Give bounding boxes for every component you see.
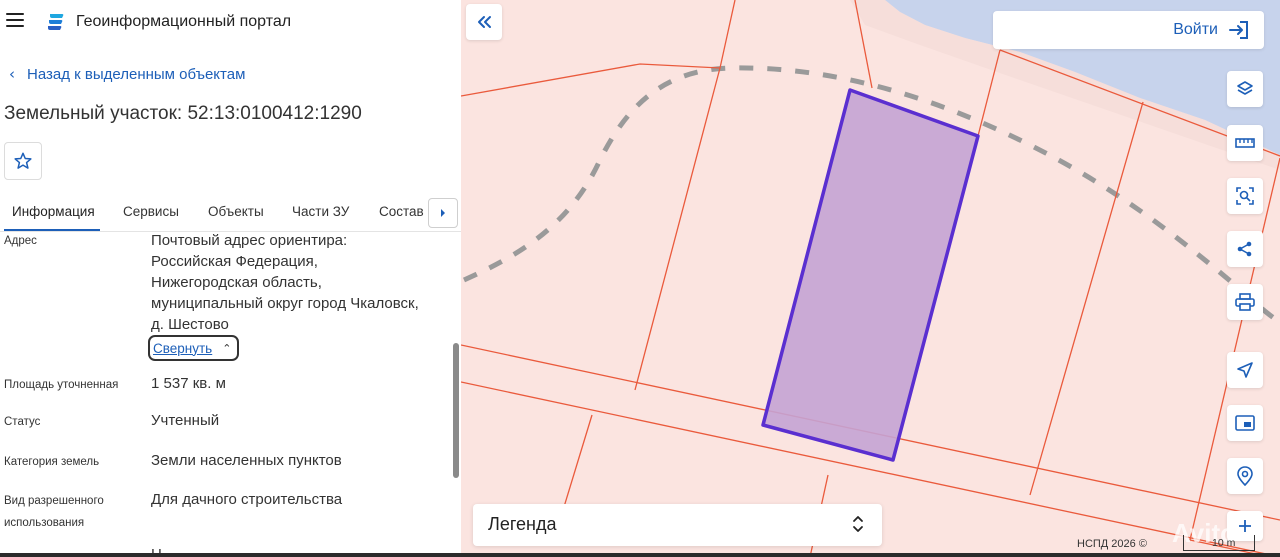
minimap-button[interactable] (1227, 405, 1263, 441)
print-icon (1235, 293, 1255, 311)
plus-icon (1239, 520, 1251, 532)
login-button[interactable]: Войти (993, 11, 1264, 49)
category-label: Категория земель (4, 456, 100, 468)
location-arrow-icon (1237, 362, 1253, 378)
double-chevron-left-icon (478, 16, 491, 28)
back-to-selected-link[interactable]: ‹ Назад к выделенным объектам (9, 65, 245, 83)
login-icon (1229, 21, 1248, 39)
print-button[interactable] (1227, 284, 1263, 320)
portal-title: Геоинформационный портал (76, 13, 292, 30)
my-location-button[interactable] (1227, 352, 1263, 388)
collapse-address-button[interactable]: Свернуть ⌃ (148, 335, 240, 361)
measure-button[interactable] (1227, 125, 1263, 161)
permitted-use-value: Для дачного строительства (151, 491, 343, 508)
map-credit: НСПД 2026 © (1077, 538, 1147, 550)
address-value: Почтовый адрес ориентира: Российская Фед… (151, 230, 419, 335)
area-value: 1 537 кв. м (151, 375, 226, 392)
tab-parts[interactable]: Части ЗУ (292, 204, 349, 219)
map-canvas[interactable] (461, 0, 1280, 557)
legend-label: Легенда (488, 514, 557, 534)
geo-search-button[interactable] (1227, 458, 1263, 494)
panel-scrollbar[interactable] (453, 343, 459, 478)
address-line: муниципальный округ город Чкаловск, (151, 295, 419, 312)
tab-information[interactable]: Информация (12, 204, 95, 219)
chevron-left-icon: ‹ (9, 65, 15, 83)
map-view[interactable] (461, 0, 1280, 557)
select-area-button[interactable] (1227, 178, 1263, 214)
status-label: Статус (4, 416, 41, 428)
panel-header: Геоинформационный портал (0, 0, 461, 44)
tabs-scroll-right-button[interactable] (428, 198, 458, 228)
minimap-icon (1235, 415, 1255, 431)
select-area-icon (1236, 187, 1254, 205)
address-label: Адрес (4, 235, 37, 247)
ruler-icon (1235, 138, 1255, 148)
window-bottom-edge (0, 553, 1280, 557)
collapse-panel-button[interactable] (466, 4, 502, 40)
favorite-button[interactable] (4, 142, 42, 180)
caret-right-icon (441, 209, 445, 217)
collapse-label: Свернуть (153, 340, 213, 356)
chevron-up-down-icon (853, 516, 863, 532)
area-label: Площадь уточненная (4, 379, 119, 391)
tab-composition[interactable]: Состав (379, 204, 424, 219)
address-line: Российская Федерация, (151, 253, 318, 270)
address-line: д. Шестово (151, 316, 229, 333)
portal-logo-icon (48, 14, 64, 30)
address-line: Почтовый адрес ориентира: (151, 232, 348, 249)
layers-button[interactable] (1227, 71, 1263, 107)
share-button[interactable] (1227, 231, 1263, 267)
back-link-label: Назад к выделенным объектам (27, 65, 246, 83)
tab-objects[interactable]: Объекты (208, 204, 264, 219)
chevron-up-icon: ⌃ (222, 341, 232, 355)
geo-search-icon (1237, 466, 1253, 486)
parcel-title: Земельный участок: 52:13:0100412:1290 (4, 103, 362, 124)
info-panel: Геоинформационный портал ‹ Назад к выдел… (0, 0, 461, 557)
scale-label: 10 m (1212, 537, 1236, 549)
hamburger-icon[interactable] (6, 13, 24, 29)
permitted-use-label: Вид разрешенного (4, 495, 104, 507)
share-icon (1237, 241, 1252, 257)
star-icon (14, 152, 32, 169)
login-label: Войти (1173, 21, 1218, 38)
tab-services[interactable]: Сервисы (123, 204, 179, 219)
map-scale-bar: 10 m (1183, 535, 1255, 551)
address-line: Нижегородская область, (151, 274, 322, 291)
status-value: Учтенный (151, 412, 220, 429)
category-value: Земли населенных пунктов (151, 452, 342, 469)
legend-dropdown[interactable]: Легенда (473, 504, 882, 546)
permitted-use-label-2: использования (4, 517, 85, 529)
layers-icon (1237, 81, 1253, 95)
tab-bar: Информация Сервисы Объекты Части ЗУ Сост… (0, 196, 461, 232)
